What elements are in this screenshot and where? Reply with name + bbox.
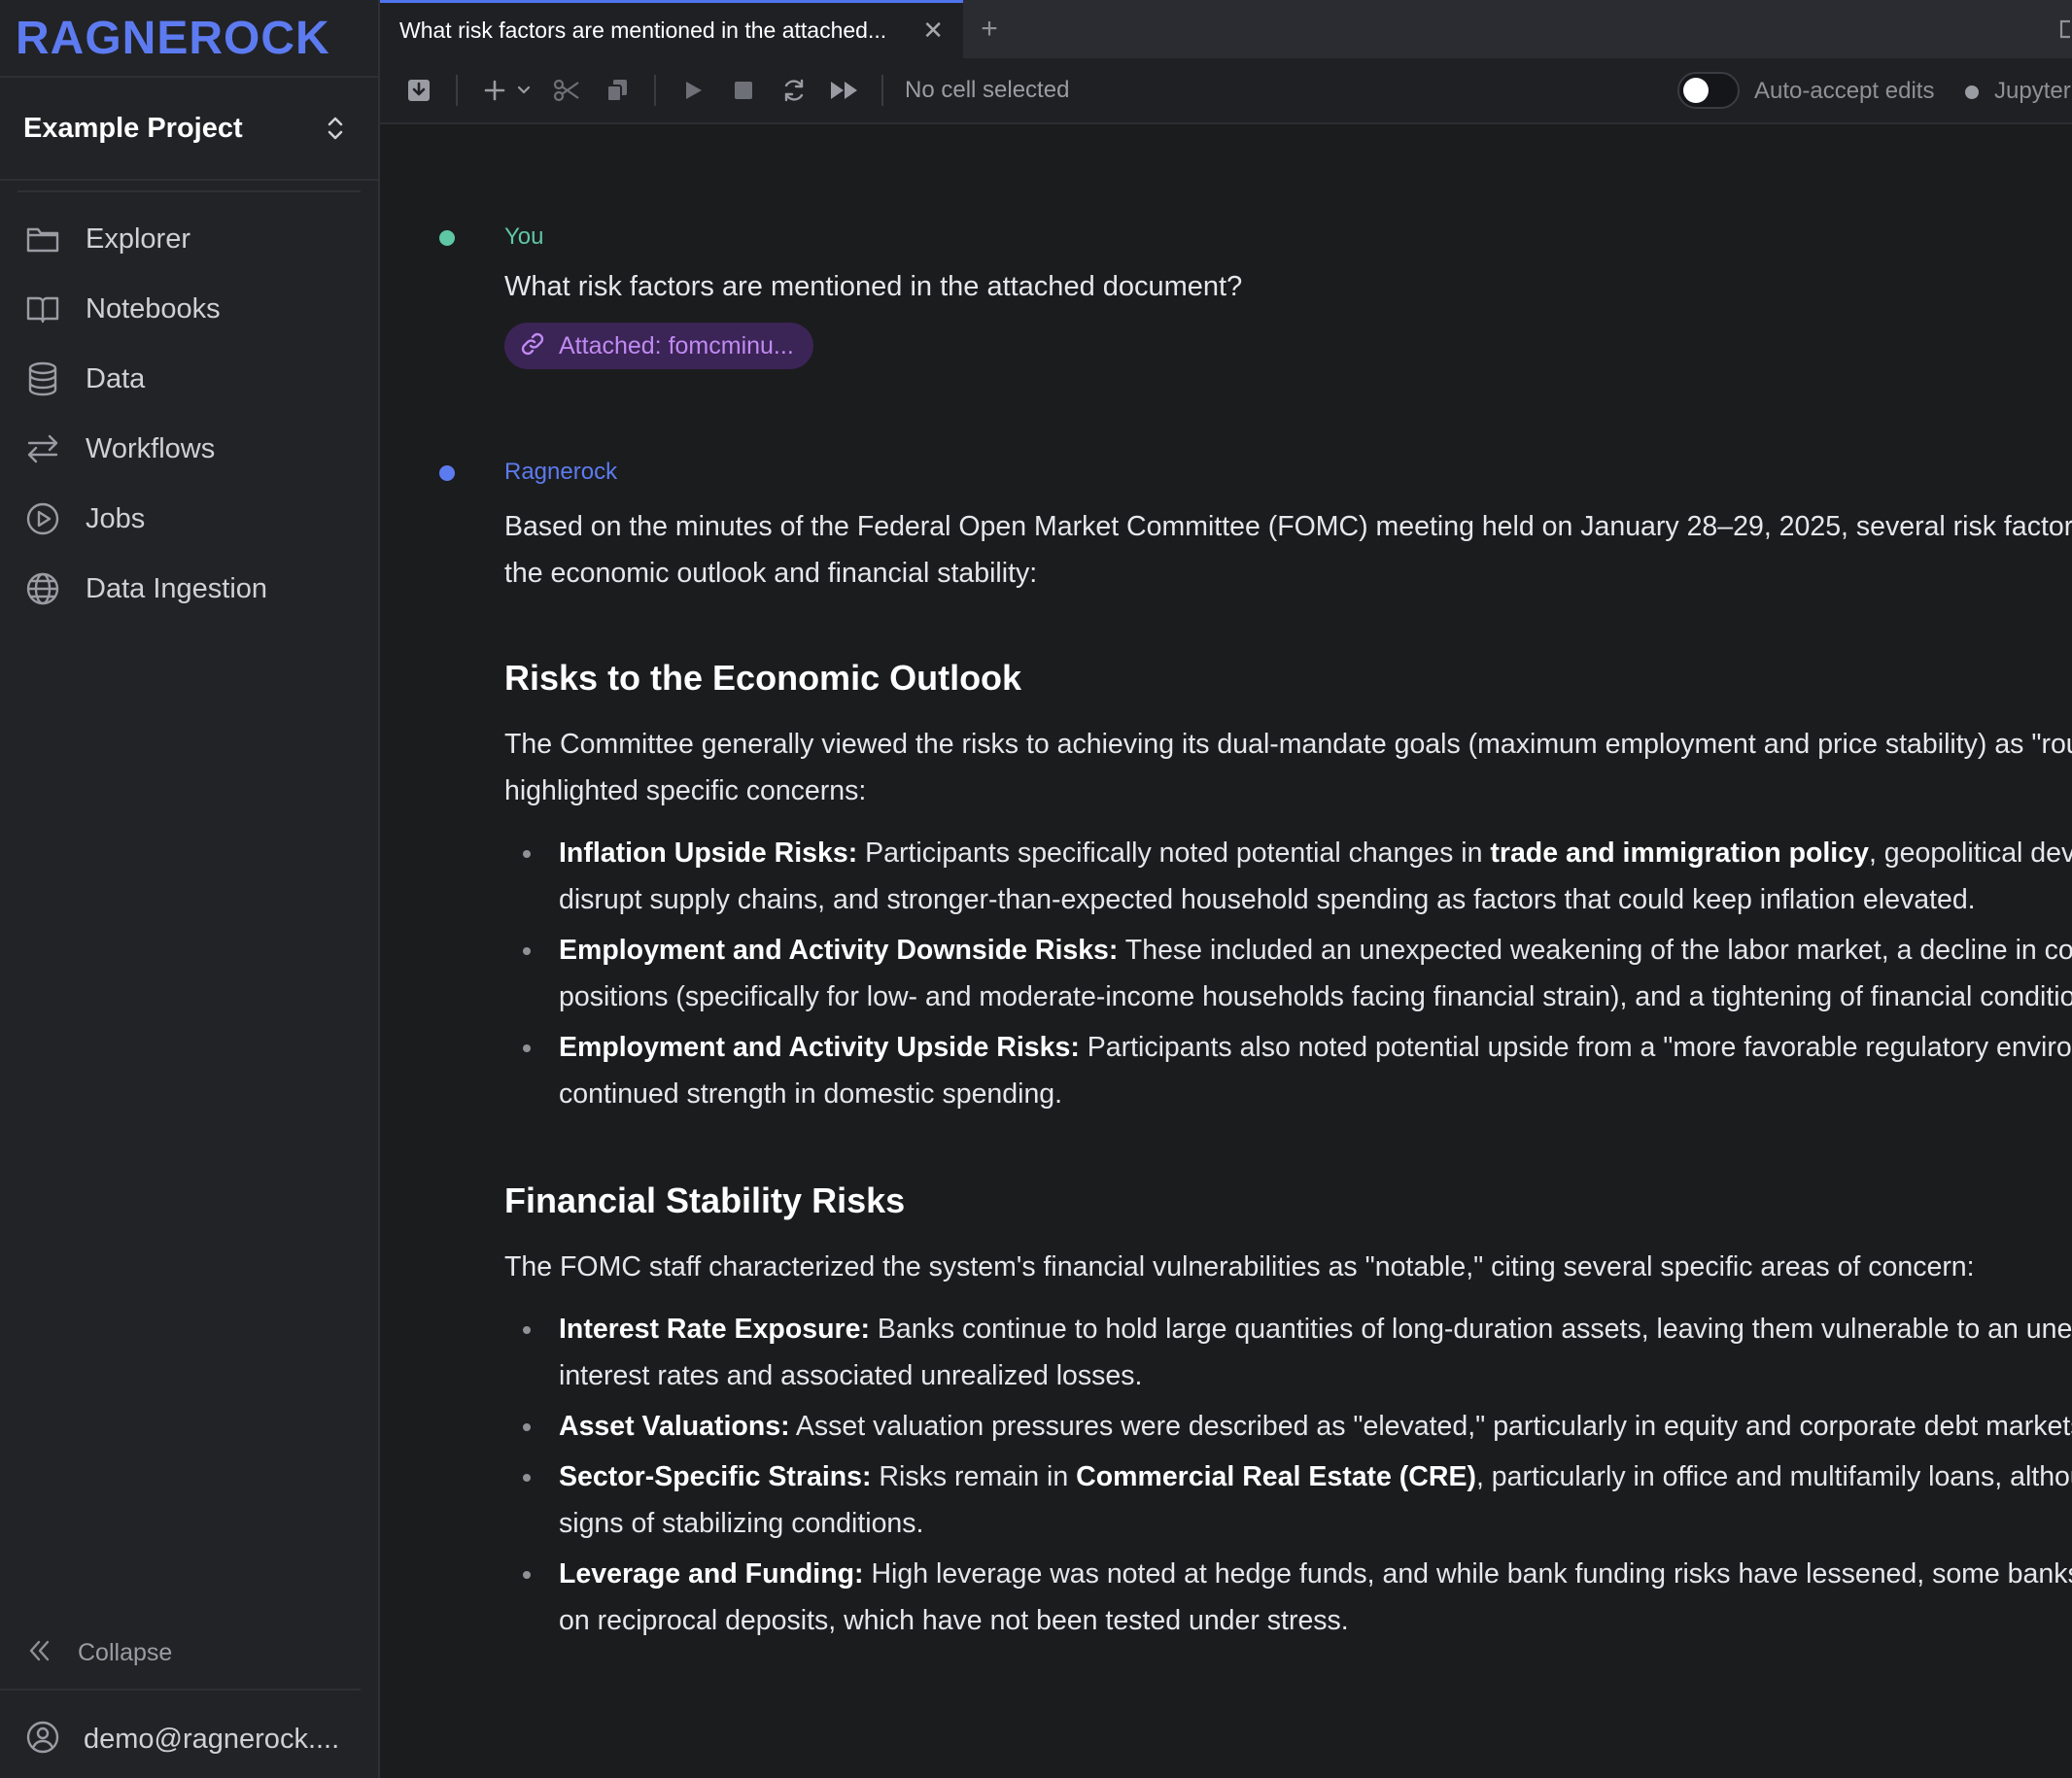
user-menu[interactable]: demo@ragnerock.... <box>0 1702 378 1776</box>
external-link-icon[interactable] <box>2058 17 2072 46</box>
sidebar-item-jobs[interactable]: Jobs <box>0 484 378 554</box>
list-item: Interest Rate Exposure: Banks continue t… <box>504 1306 2072 1399</box>
message-author: Ragnerock <box>504 459 618 485</box>
list-item: Inflation Upside Risks: Participants spe… <box>504 830 2072 923</box>
sidebar-item-explorer[interactable]: Explorer <box>0 204 378 274</box>
sidebar-item-label: Explorer <box>86 222 190 255</box>
globe-icon <box>25 571 60 606</box>
list-item: Sector-Specific Strains: Risks remain in… <box>504 1453 2072 1547</box>
auto-accept-toggle[interactable] <box>1677 72 1740 109</box>
sidebar-item-workflows[interactable]: Workflows <box>0 414 378 484</box>
message-body: What risk factors are mentioned in the a… <box>504 271 2072 369</box>
toggle-knob <box>1683 78 1709 103</box>
list-item: Leverage and Funding: High leverage was … <box>504 1551 2072 1644</box>
close-icon[interactable]: ✕ <box>922 16 944 46</box>
auto-accept-label: Auto-accept edits <box>1754 78 1935 104</box>
user-email: demo@ragnerock.... <box>84 1723 340 1755</box>
project-selector[interactable]: Example Project <box>0 78 378 181</box>
sidebar: RAGNEROCK Example Project Explorer Noteb… <box>0 0 380 1778</box>
sidebar-item-data[interactable]: Data <box>0 344 378 414</box>
run-cell-icon[interactable] <box>675 73 710 108</box>
new-tab-button[interactable]: + <box>963 0 1016 58</box>
list-item: Employment and Activity Upside Risks: Pa… <box>504 1024 2072 1117</box>
user-avatar-icon <box>25 1720 60 1760</box>
restart-icon[interactable] <box>777 73 812 108</box>
database-icon <box>25 361 60 396</box>
tab-chat[interactable]: What risk factors are mentioned in the a… <box>380 0 963 58</box>
list-item: Asset Valuations: Asset valuation pressu… <box>504 1403 2072 1450</box>
sidebar-item-data-ingestion[interactable]: Data Ingestion <box>0 554 378 624</box>
play-circle-icon <box>25 501 60 536</box>
chevron-up-down-icon <box>326 115 345 142</box>
folder-icon <box>25 222 60 256</box>
toolbar-divider <box>456 75 458 106</box>
assistant-status-dot <box>439 465 455 481</box>
book-icon <box>25 291 60 326</box>
answer-intro: Based on the minutes of the Federal Open… <box>504 511 2072 589</box>
toolbar-divider <box>881 75 883 106</box>
arrows-icon <box>25 431 60 466</box>
sidebar-item-label: Jobs <box>86 502 146 534</box>
copy-icon[interactable] <box>600 73 635 108</box>
stop-icon[interactable] <box>726 73 761 108</box>
message-author: You <box>504 223 544 250</box>
add-cell-icon[interactable] <box>477 73 512 108</box>
collapse-label: Collapse <box>78 1638 173 1666</box>
attachment-chip[interactable]: Attached: fomcminu... <box>504 323 813 369</box>
sidebar-item-notebooks[interactable]: Notebooks <box>0 274 378 344</box>
kernel-label[interactable]: Jupyter <box>1994 78 2071 105</box>
tab-bar: What risk factors are mentioned in the a… <box>380 0 2072 58</box>
collapse-sidebar-button[interactable]: Collapse <box>0 1617 361 1691</box>
app-window: RAGNEROCK Example Project Explorer Noteb… <box>0 0 2072 1778</box>
chevrons-left-icon <box>25 1637 52 1669</box>
fast-forward-icon[interactable] <box>827 73 862 108</box>
user-status-dot <box>439 230 455 246</box>
link-icon <box>520 331 545 361</box>
section-intro: The Committee generally viewed the risks… <box>504 729 2072 806</box>
section-heading: Risks to the Economic Outlook <box>504 658 1022 698</box>
project-name: Example Project <box>23 112 243 144</box>
main-panel: What risk factors are mentioned in the a… <box>380 0 2072 1778</box>
scissors-icon[interactable] <box>549 73 584 108</box>
tab-title: What risk factors are mentioned in the a… <box>399 17 887 43</box>
sidebar-item-label: Notebooks <box>86 292 221 325</box>
sidebar-nav: Explorer Notebooks Data Workflows Jobs D… <box>0 192 378 624</box>
cell-status: No cell selected <box>905 77 1070 103</box>
notebook-toolbar: No cell selected Auto-accept edits Jupyt… <box>380 58 2072 124</box>
sidebar-item-label: Data Ingestion <box>86 572 268 604</box>
message-body: Based on the minutes of the Federal Open… <box>504 503 2072 1644</box>
kernel-status-dot <box>1965 85 1979 99</box>
brand-logo[interactable]: RAGNEROCK <box>16 12 330 65</box>
bullet-list: Interest Rate Exposure: Banks continue t… <box>504 1306 2072 1644</box>
bullet-list: Inflation Upside Risks: Participants spe… <box>504 830 2072 1117</box>
section-heading: Financial Stability Risks <box>504 1180 906 1220</box>
user-question: What risk factors are mentioned in the a… <box>504 271 1243 302</box>
attachment-label: Attached: fomcminu... <box>559 331 794 359</box>
logo-row: RAGNEROCK <box>0 0 378 78</box>
sidebar-item-label: Workflows <box>86 432 216 464</box>
chevron-down-icon[interactable] <box>514 73 534 108</box>
save-icon[interactable] <box>401 73 436 108</box>
sidebar-item-label: Data <box>86 362 146 394</box>
toolbar-divider <box>654 75 656 106</box>
list-item: Employment and Activity Downside Risks: … <box>504 927 2072 1020</box>
section-intro: The FOMC staff characterized the system'… <box>504 1251 1975 1282</box>
chat-thread: You What risk factors are mentioned in t… <box>380 124 2072 1778</box>
